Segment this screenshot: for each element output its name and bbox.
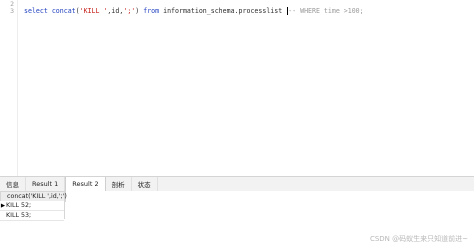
tab-result-2[interactable]: Result 2 bbox=[65, 177, 106, 191]
function-concat: concat bbox=[51, 7, 76, 15]
sql-editor[interactable]: 2 3 select concat('KILL ',id,';') from i… bbox=[0, 0, 474, 176]
string-literal: 'KILL ' bbox=[79, 7, 108, 15]
grid-divider bbox=[64, 191, 65, 219]
result-tab-bar: 信息 Result 1 Result 2 剖析 状态 bbox=[0, 176, 474, 192]
column-header-label: concat('KILL ',id,';') bbox=[7, 193, 67, 200]
keyword-from: from bbox=[143, 7, 160, 15]
tab-result-1[interactable]: Result 1 bbox=[26, 177, 66, 191]
watermark: CSDN @码蚁生来只知道前进~ bbox=[369, 235, 468, 243]
line-number-gutter: 2 3 bbox=[0, 0, 18, 176]
sql-comment: -- WHERE time >100; bbox=[288, 7, 364, 15]
table-row[interactable]: ▶ KILL 52; bbox=[0, 201, 64, 211]
table-name: information_schema.processlist bbox=[163, 7, 283, 15]
line-number: 3 bbox=[10, 7, 14, 15]
paren: ) bbox=[135, 7, 140, 15]
string-literal: ';' bbox=[123, 7, 136, 15]
table-cell[interactable]: KILL 53; bbox=[6, 212, 31, 219]
table-row[interactable]: KILL 53; bbox=[0, 211, 64, 221]
table-cell[interactable]: KILL 52; bbox=[6, 202, 31, 209]
tab-status[interactable]: 状态 bbox=[132, 177, 158, 191]
tab-info[interactable]: 信息 bbox=[0, 177, 26, 191]
code-line[interactable]: select concat('KILL ',id,';') from infor… bbox=[24, 7, 364, 15]
tab-profile[interactable]: 剖析 bbox=[106, 177, 132, 191]
keyword-select: select bbox=[24, 7, 48, 15]
